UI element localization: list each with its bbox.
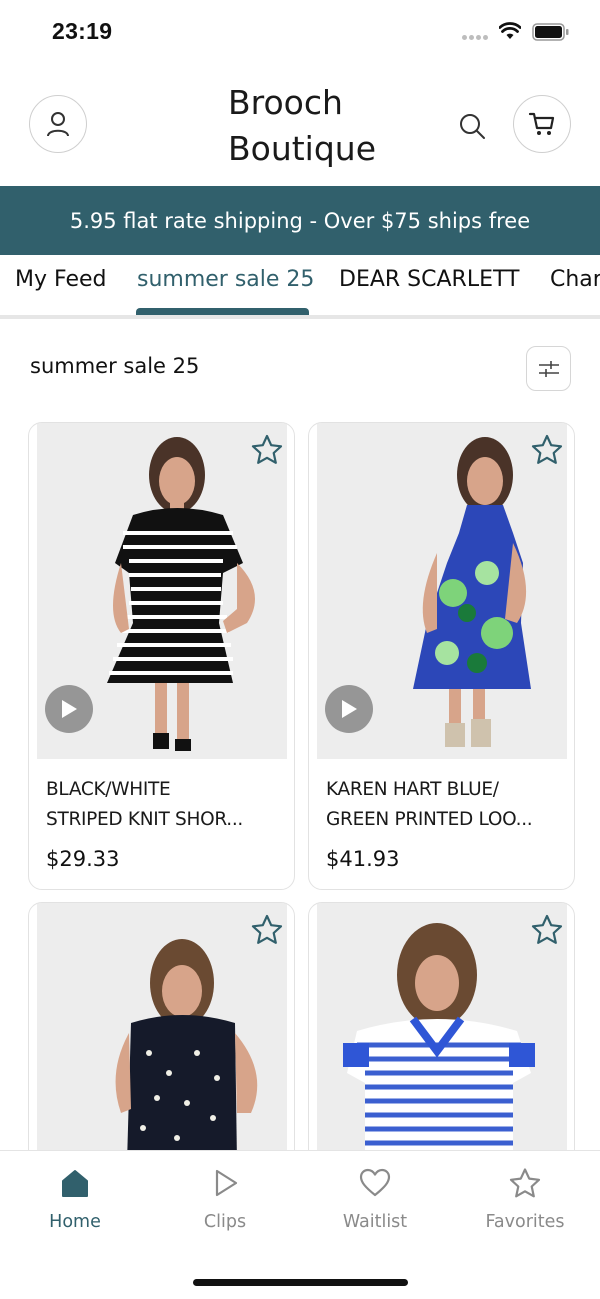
search-button[interactable] xyxy=(456,110,488,142)
nav-favorites-label: Favorites xyxy=(485,1212,565,1232)
play-icon xyxy=(215,1169,238,1197)
heart-icon xyxy=(359,1168,391,1197)
active-tab-indicator xyxy=(136,308,309,315)
shipping-banner-text: 5.95 flat rate shipping - Over $75 ships… xyxy=(69,208,531,233)
tab-dear-scarlett[interactable]: DEAR SCARLETT xyxy=(339,267,519,292)
home-indicator[interactable] xyxy=(193,1279,408,1286)
product-name[interactable]: BLACK/WHITE STRIPED KNIT SHOR... xyxy=(46,775,281,835)
favorite-star-icon[interactable] xyxy=(530,913,564,947)
sliders-icon xyxy=(538,360,559,377)
product-card[interactable]: KAREN HART BLUE/ GREEN PRINTED LOO... $4… xyxy=(308,422,575,890)
play-video-button[interactable] xyxy=(45,685,93,733)
section-title: summer sale 25 xyxy=(30,354,200,378)
favorite-star-icon[interactable] xyxy=(530,433,564,467)
product-price: $41.93 xyxy=(326,847,400,871)
shipping-banner: 5.95 flat rate shipping - Over $75 ships… xyxy=(0,186,600,255)
tab-summer-sale-25[interactable]: summer sale 25 xyxy=(137,267,314,292)
star-icon xyxy=(509,1168,541,1198)
tab-char[interactable]: Char xyxy=(550,267,600,292)
filter-button[interactable] xyxy=(526,346,571,391)
brand-line-1: Brooch xyxy=(228,83,343,122)
product-name[interactable]: KAREN HART BLUE/ GREEN PRINTED LOO... xyxy=(326,775,561,835)
status-time: 23:19 xyxy=(52,18,113,44)
bottom-nav: Home Clips Waitlist Favorites xyxy=(0,1150,600,1299)
tab-my-feed[interactable]: My Feed xyxy=(15,267,106,292)
play-icon xyxy=(342,700,357,718)
nav-clips-label: Clips xyxy=(203,1212,247,1232)
product-name-line-1: KAREN HART BLUE/ xyxy=(326,779,499,800)
signal-icon xyxy=(462,35,488,40)
product-card[interactable]: BLACK/WHITE STRIPED KNIT SHOR... $29.33 xyxy=(28,422,295,890)
favorite-star-icon[interactable] xyxy=(250,913,284,947)
user-icon xyxy=(47,112,69,137)
product-name-line-2: GREEN PRINTED LOO... xyxy=(326,809,533,830)
play-icon xyxy=(62,700,77,718)
brand-line-2: Boutique xyxy=(228,129,377,168)
product-price: $29.33 xyxy=(46,847,120,871)
nav-home-label: Home xyxy=(49,1212,101,1232)
status-bar: 23:19 xyxy=(0,0,600,66)
nav-waitlist[interactable]: Waitlist xyxy=(315,1167,435,1247)
product-name-line-2: STRIPED KNIT SHOR... xyxy=(46,809,243,830)
nav-waitlist-label: Waitlist xyxy=(342,1212,408,1232)
wifi-icon xyxy=(499,22,521,39)
app-header: Brooch Boutique xyxy=(0,66,600,186)
nav-home[interactable]: Home xyxy=(15,1167,135,1247)
product-image[interactable] xyxy=(317,423,567,759)
brand-logo: Brooch Boutique xyxy=(228,80,376,172)
favorite-star-icon[interactable] xyxy=(250,433,284,467)
cart-button[interactable] xyxy=(513,95,571,153)
category-tabs: My Feed summer sale 25 DEAR SCARLETT Cha… xyxy=(0,255,600,319)
battery-icon xyxy=(532,23,569,41)
cart-icon xyxy=(528,112,555,135)
product-image[interactable] xyxy=(37,423,287,759)
search-icon xyxy=(460,114,485,139)
home-icon xyxy=(62,1170,88,1197)
product-name-line-1: BLACK/WHITE xyxy=(46,779,171,800)
play-video-button[interactable] xyxy=(325,685,373,733)
account-button[interactable] xyxy=(29,95,87,153)
nav-favorites[interactable]: Favorites xyxy=(465,1167,585,1247)
nav-clips[interactable]: Clips xyxy=(165,1167,285,1247)
